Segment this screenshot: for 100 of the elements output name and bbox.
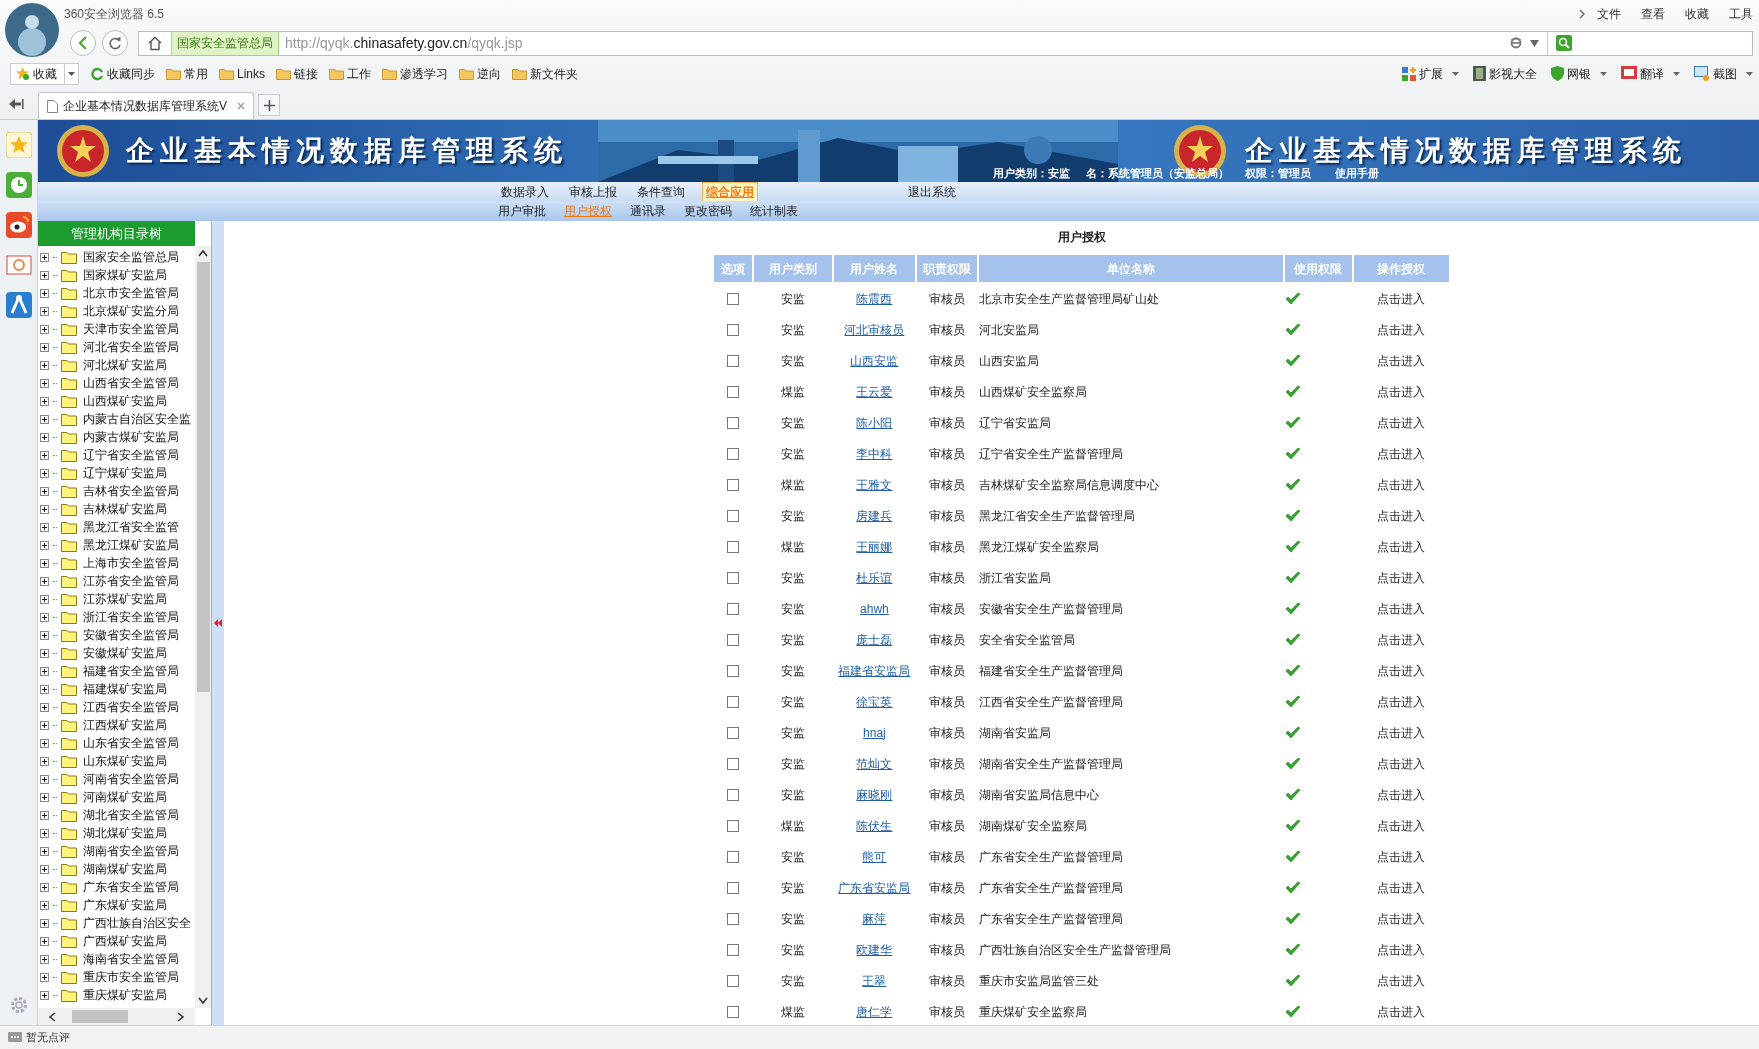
action-link[interactable]: 点击进入 [1353, 997, 1449, 1025]
expand-icon[interactable] [40, 936, 49, 946]
action-link[interactable]: 点击进入 [1353, 873, 1449, 902]
submenu-tab[interactable]: 统计制表 [750, 202, 798, 220]
tree-item[interactable]: 江西省安全监管局 [83, 698, 179, 716]
checkbox[interactable] [727, 417, 739, 430]
user-link[interactable]: 陈小阳 [856, 415, 893, 430]
expand-icon[interactable] [40, 684, 49, 694]
action-link[interactable]: 点击进入 [1353, 966, 1449, 995]
checkbox[interactable] [727, 324, 739, 337]
user-link[interactable]: 麻晓刚 [856, 787, 893, 802]
close-icon[interactable] [237, 102, 245, 110]
expand-icon[interactable] [40, 522, 49, 532]
action-link[interactable]: 点击进入 [1353, 780, 1449, 809]
user-link[interactable]: 王雅文 [856, 477, 893, 492]
action-link[interactable]: 点击进入 [1353, 377, 1449, 406]
checkbox[interactable] [727, 975, 739, 988]
tree-item[interactable]: 江苏煤矿安监局 [83, 590, 167, 608]
refresh-button[interactable] [102, 30, 128, 56]
user-link[interactable]: 陈伏生 [856, 818, 893, 833]
scrollbar-thumb[interactable] [72, 1010, 128, 1023]
toolbar-button[interactable]: 网银 [1551, 64, 1607, 83]
checkbox[interactable] [727, 448, 739, 461]
checkbox[interactable] [727, 386, 739, 399]
dropdown-icon[interactable] [1746, 71, 1753, 76]
tree-item[interactable]: 内蒙古自治区安全监 [83, 410, 191, 428]
tree-item[interactable]: 湖北省安全监管局 [83, 806, 179, 824]
mail-icon[interactable] [5, 252, 32, 278]
expand-icon[interactable] [40, 288, 49, 298]
submenu-tab[interactable]: 通讯录 [630, 202, 666, 220]
expand-icon[interactable] [40, 774, 49, 784]
action-link[interactable]: 点击进入 [1353, 935, 1449, 964]
checkbox[interactable] [727, 603, 739, 616]
bookmark[interactable]: 链接 [276, 64, 318, 83]
user-link[interactable]: 福建省安监局 [838, 663, 911, 678]
submenu-tab[interactable]: 用户审批 [498, 202, 546, 220]
tree-item[interactable]: 福建煤矿安监局 [83, 680, 167, 698]
user-link[interactable]: 王云爱 [856, 384, 893, 399]
expand-icon[interactable] [40, 270, 49, 280]
tree-item[interactable]: 福建省安全监管局 [83, 662, 179, 680]
menu-item[interactable]: 文件 [1597, 5, 1621, 23]
toolbar-button[interactable]: 翻译 [1621, 64, 1680, 83]
checkbox[interactable] [727, 665, 739, 678]
bookmark[interactable]: Links [219, 64, 265, 83]
expand-icon[interactable] [40, 468, 49, 478]
expand-icon[interactable] [40, 666, 49, 676]
tree-item[interactable]: 山东煤矿安监局 [83, 752, 167, 770]
menu-item[interactable]: 查看 [1641, 5, 1665, 23]
expand-icon[interactable] [40, 414, 49, 424]
expand-icon[interactable] [40, 828, 49, 838]
tree-item[interactable]: 广西壮族自治区安全 [83, 914, 191, 932]
action-link[interactable]: 点击进入 [1353, 656, 1449, 685]
tree-item[interactable]: 安徽煤矿安监局 [83, 644, 167, 662]
tree-item[interactable]: 山西煤矿安监局 [83, 392, 167, 410]
expand-icon[interactable] [40, 864, 49, 874]
tree-item[interactable]: 重庆煤矿安监局 [83, 986, 167, 1004]
tree-item[interactable]: 河北省安全监管局 [83, 338, 179, 356]
menu-tab[interactable]: 条件查询 [634, 181, 688, 202]
expand-icon[interactable] [40, 720, 49, 730]
expand-icon[interactable] [40, 342, 49, 352]
expand-icon[interactable] [40, 252, 49, 262]
action-link[interactable]: 点击进入 [1353, 594, 1449, 623]
checkbox[interactable] [727, 1006, 739, 1019]
expand-icon[interactable] [40, 540, 49, 550]
tree-item[interactable]: 湖北煤矿安监局 [83, 824, 167, 842]
checkbox[interactable] [727, 541, 739, 554]
expand-icon[interactable] [40, 630, 49, 640]
dropdown-icon[interactable] [1600, 71, 1607, 76]
user-link[interactable]: ahwh [860, 601, 889, 616]
checkbox[interactable] [727, 820, 739, 833]
tree-item[interactable]: 河南煤矿安监局 [83, 788, 167, 806]
menu-tab[interactable]: 数据录入 [498, 181, 552, 202]
tree-item[interactable]: 山东省安全监管局 [83, 734, 179, 752]
tree-item[interactable]: 重庆市安全监管局 [83, 968, 179, 986]
expand-icon[interactable] [40, 576, 49, 586]
star-icon[interactable] [5, 132, 32, 158]
comment-icon[interactable] [8, 1031, 22, 1044]
tree-item[interactable]: 内蒙古煤矿安监局 [83, 428, 179, 446]
user-link[interactable]: 徐宝英 [856, 694, 893, 709]
horizontal-scrollbar[interactable] [38, 1008, 195, 1025]
expand-icon[interactable] [40, 738, 49, 748]
tree-item[interactable]: 辽宁省安全监管局 [83, 446, 179, 464]
user-link[interactable]: 唐仁学 [856, 1004, 893, 1019]
bookmark[interactable]: 渗透学习 [382, 64, 448, 83]
tree-item[interactable]: 湖南省安全监管局 [83, 842, 179, 860]
checkbox[interactable] [727, 572, 739, 585]
expand-icon[interactable] [40, 432, 49, 442]
expand-icon[interactable] [40, 504, 49, 514]
tree-item[interactable]: 吉林省安全监管局 [83, 482, 179, 500]
expand-icon[interactable] [40, 900, 49, 910]
expand-icon[interactable] [40, 612, 49, 622]
tree-item[interactable]: 吉林煤矿安监局 [83, 500, 167, 518]
bookmark[interactable]: 新文件夹 [512, 64, 578, 83]
action-link[interactable]: 点击进入 [1353, 284, 1449, 313]
tree-item[interactable]: 辽宁煤矿安监局 [83, 464, 167, 482]
tree-item[interactable]: 山西省安全监管局 [83, 374, 179, 392]
action-link[interactable]: 点击进入 [1353, 904, 1449, 933]
bookmark[interactable]: 收藏 [10, 62, 79, 85]
tree-item[interactable]: 国家煤矿安监局 [83, 266, 167, 284]
tree-item[interactable]: 浙江省安全监管局 [83, 608, 179, 626]
